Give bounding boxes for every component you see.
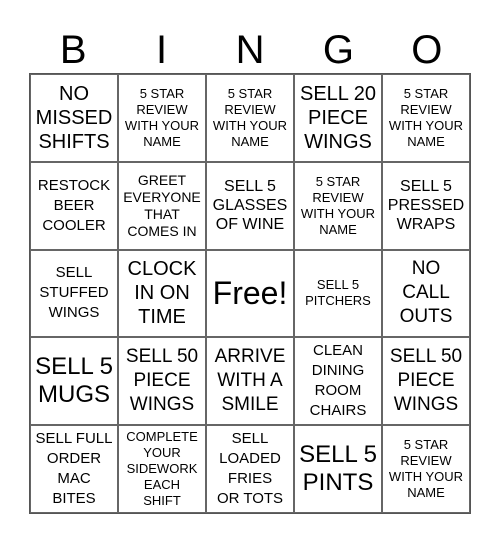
- cell-text: ARRIVE WITH A SMILE: [214, 346, 286, 416]
- cell-text: 5 STAR REVIEW WITH YOUR NAME: [388, 437, 464, 501]
- cell-text: CLOCK IN ON TIME: [127, 258, 197, 329]
- bingo-cell[interactable]: SELL 5 PITCHERS: [294, 249, 382, 338]
- bingo-cell[interactable]: COMPLETE YOUR SIDEWORK EACH SHIFT: [118, 425, 206, 513]
- bingo-cell[interactable]: SELL STUFFED WINGS: [30, 249, 118, 338]
- cell-text: SELL FULL ORDER MAC BITES: [35, 430, 113, 508]
- bingo-cell[interactable]: NO MISSED SHIFTS: [30, 74, 118, 162]
- bingo-cell[interactable]: SELL 50 PIECE WINGS: [118, 337, 206, 426]
- header-letter-i: I: [156, 28, 168, 72]
- cell-text: GREET EVERYONE THAT COMES IN: [123, 171, 201, 239]
- cell-text: 5 STAR REVIEW WITH YOUR NAME: [388, 85, 464, 149]
- cell-text: SELL 5 MUGS: [35, 353, 113, 409]
- cell-text: SELL LOADED FRIES OR TOTS: [216, 430, 284, 508]
- cell-text: 5 STAR REVIEW WITH YOUR NAME: [212, 85, 288, 149]
- bingo-cell[interactable]: NO CALL OUTS: [382, 249, 470, 338]
- cell-text: SELL 50 PIECE WINGS: [389, 346, 463, 416]
- cell-text: NO MISSED SHIFTS: [35, 82, 113, 153]
- bingo-cell[interactable]: 5 STAR REVIEW WITH YOUR NAME: [382, 74, 470, 162]
- bingo-cell[interactable]: SELL LOADED FRIES OR TOTS: [206, 425, 294, 513]
- bingo-cell[interactable]: 5 STAR REVIEW WITH YOUR NAME: [382, 425, 470, 513]
- header-letter-b: B: [59, 28, 87, 72]
- bingo-cell[interactable]: RESTOCK BEER COOLER: [30, 161, 118, 250]
- cell-text: SELL 5 PITCHERS: [305, 277, 371, 309]
- bingo-cell[interactable]: ARRIVE WITH A SMILE: [206, 337, 294, 426]
- bingo-cell[interactable]: 5 STAR REVIEW WITH YOUR NAME: [294, 161, 382, 250]
- cell-text: SELL 5 PINTS: [299, 441, 377, 497]
- bingo-cell[interactable]: SELL 5 PINTS: [294, 425, 382, 513]
- cell-text: COMPLETE YOUR SIDEWORK EACH SHIFT: [126, 429, 198, 509]
- bingo-cell[interactable]: CLEAN DINING ROOM CHAIRS: [294, 337, 382, 426]
- cell-text: SELL STUFFED WINGS: [39, 264, 109, 322]
- cell-text: Free!: [212, 275, 288, 312]
- cell-text: SELL 50 PIECE WINGS: [125, 346, 199, 416]
- bingo-cell[interactable]: SELL 5 MUGS: [30, 337, 118, 426]
- free-space[interactable]: Free!: [206, 249, 294, 338]
- bingo-cell[interactable]: GREET EVERYONE THAT COMES IN: [118, 161, 206, 250]
- bingo-cell[interactable]: SELL 20 PIECE WINGS: [294, 74, 382, 162]
- header-letter-g: G: [322, 28, 354, 72]
- bingo-cell[interactable]: SELL 50 PIECE WINGS: [382, 337, 470, 426]
- cell-text: SELL 20 PIECE WINGS: [300, 82, 376, 153]
- bingo-cell[interactable]: CLOCK IN ON TIME: [118, 249, 206, 338]
- cell-text: SELL 5 PRESSED WRAPS: [387, 178, 465, 234]
- cell-text: NO CALL OUTS: [399, 258, 453, 328]
- cell-text: 5 STAR REVIEW WITH YOUR NAME: [124, 85, 200, 149]
- bingo-cell[interactable]: 5 STAR REVIEW WITH YOUR NAME: [118, 74, 206, 162]
- bingo-header: B I N G O: [29, 24, 471, 73]
- bingo-cell[interactable]: SELL 5 PRESSED WRAPS: [382, 161, 470, 250]
- cell-text: SELL 5 GLASSES OF WINE: [212, 178, 288, 234]
- cell-text: RESTOCK BEER COOLER: [37, 176, 111, 234]
- cell-text: CLEAN DINING ROOM CHAIRS: [309, 342, 367, 420]
- bingo-cell[interactable]: SELL 5 GLASSES OF WINE: [206, 161, 294, 250]
- header-letter-o: O: [411, 28, 443, 72]
- bingo-cell[interactable]: 5 STAR REVIEW WITH YOUR NAME: [206, 74, 294, 162]
- bingo-cell[interactable]: SELL FULL ORDER MAC BITES: [30, 425, 118, 513]
- bingo-grid: NO MISSED SHIFTS 5 STAR REVIEW WITH YOUR…: [29, 73, 471, 514]
- header-letter-n: N: [235, 28, 265, 72]
- cell-text: 5 STAR REVIEW WITH YOUR NAME: [300, 173, 376, 237]
